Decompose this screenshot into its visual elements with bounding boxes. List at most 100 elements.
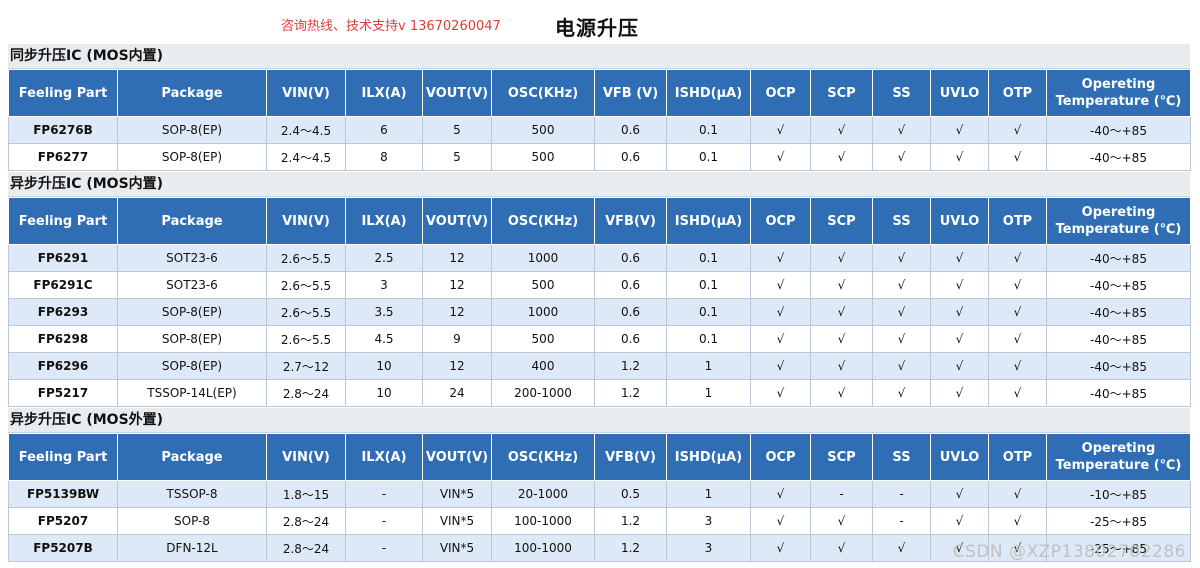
column-header-part: Feeling Part	[8, 197, 118, 245]
cell-ss: √	[872, 534, 931, 562]
table-row: FP6296 SOP-8(EP) 2.7～12 10 12 400 1.2 1 √ √ √ √ √ -40…	[8, 352, 1191, 380]
table-row: FP6291 SOT23-6 2.6～5.5 2.5 12 1000 0.6 0.1 √ √ √ √ √…	[8, 244, 1191, 272]
cell-scp: √	[810, 143, 873, 171]
column-header-ilx: ILX(A)	[345, 433, 423, 481]
column-header-otp: OTP	[988, 433, 1047, 481]
cell-otp: √	[988, 298, 1047, 326]
cell-vin: 2.6～5.5	[266, 325, 346, 353]
cell-ishd: 0.1	[666, 244, 751, 272]
cell-uvlo: √	[930, 116, 989, 144]
cell-uvlo: √	[930, 271, 989, 299]
cell-part: FP5139BW	[8, 480, 118, 508]
header-row: Feeling Part Package VIN(V) ILX(A) VOUT(V) OS…	[8, 69, 1191, 117]
cell-ishd: 3	[666, 534, 751, 562]
cell-package: TSSOP-14L(EP)	[117, 379, 267, 407]
cell-vout: VIN*5	[422, 507, 492, 535]
cell-package: SOP-8	[117, 507, 267, 535]
cell-uvlo: √	[930, 143, 989, 171]
cell-vfb: 0.6	[594, 244, 667, 272]
cell-vin: 2.4～4.5	[266, 116, 346, 144]
cell-uvlo: √	[930, 379, 989, 407]
column-header-package: Package	[117, 69, 267, 117]
column-header-vfb: VFB (V)	[594, 69, 667, 117]
cell-vout: VIN*5	[422, 534, 492, 562]
cell-scp: √	[810, 116, 873, 144]
column-header-ishd: ISHD(μA)	[666, 433, 751, 481]
cell-ilx: 8	[345, 143, 423, 171]
cell-osc: 100-1000	[491, 507, 595, 535]
cell-package: SOP-8(EP)	[117, 298, 267, 326]
cell-temp: -10～+85	[1046, 480, 1191, 508]
column-header-vfb: VFB(V)	[594, 197, 667, 245]
cell-ilx: -	[345, 507, 423, 535]
cell-uvlo: √	[930, 480, 989, 508]
cell-temp: -40～+85	[1046, 244, 1191, 272]
column-header-osc: OSC(KHz)	[491, 433, 595, 481]
cell-ss: √	[872, 244, 931, 272]
cell-temp: -40～+85	[1046, 379, 1191, 407]
cell-vfb: 0.6	[594, 325, 667, 353]
cell-vin: 2.8～24	[266, 379, 346, 407]
cell-temp: -40～+85	[1046, 116, 1191, 144]
cell-ss: √	[872, 379, 931, 407]
column-header-ilx: ILX(A)	[345, 197, 423, 245]
cell-ishd: 0.1	[666, 143, 751, 171]
cell-osc: 500	[491, 116, 595, 144]
column-header-vout: VOUT(V)	[422, 69, 492, 117]
column-header-osc: OSC(KHz)	[491, 197, 595, 245]
cell-otp: √	[988, 271, 1047, 299]
cell-temp: -40～+85	[1046, 352, 1191, 380]
cell-ilx: -	[345, 534, 423, 562]
cell-ocp: √	[750, 271, 811, 299]
cell-vin: 1.8～15	[266, 480, 346, 508]
cell-vout: 12	[422, 244, 492, 272]
column-header-otp: OTP	[988, 69, 1047, 117]
cell-vout: 9	[422, 325, 492, 353]
cell-ocp: √	[750, 534, 811, 562]
table-row: FP6276B SOP-8(EP) 2.4～4.5 6 5 500 0.6 0.1 √ √ √ √ √ -…	[8, 116, 1191, 144]
column-header-part: Feeling Part	[8, 433, 118, 481]
column-header-uvlo: UVLO	[930, 69, 989, 117]
cell-part: FP6296	[8, 352, 118, 380]
cell-scp: √	[810, 298, 873, 326]
cell-part: FP6298	[8, 325, 118, 353]
table-row: FP5217 TSSOP-14L(EP) 2.8～24 10 24 200-1000 1.2…	[8, 379, 1191, 407]
header-row: Feeling Part Package VIN(V) ILX(A) VOUT(V) OS…	[8, 197, 1191, 245]
cell-ss: -	[872, 480, 931, 508]
cell-ocp: √	[750, 143, 811, 171]
column-header-package: Package	[117, 433, 267, 481]
cell-vfb: 0.5	[594, 480, 667, 508]
cell-ishd: 0.1	[666, 116, 751, 144]
cell-vin: 2.6～5.5	[266, 298, 346, 326]
column-header-vin: VIN(V)	[266, 69, 346, 117]
cell-osc: 100-1000	[491, 534, 595, 562]
column-header-uvlo: UVLO	[930, 433, 989, 481]
cell-ocp: √	[750, 116, 811, 144]
cell-ishd: 0.1	[666, 271, 751, 299]
cell-vfb: 1.2	[594, 379, 667, 407]
cell-ocp: √	[750, 480, 811, 508]
column-header-ss: SS	[872, 197, 931, 245]
column-header-otp: OTP	[988, 197, 1047, 245]
column-header-ss: SS	[872, 69, 931, 117]
cell-vfb: 0.6	[594, 271, 667, 299]
cell-ishd: 1	[666, 379, 751, 407]
cell-otp: √	[988, 507, 1047, 535]
cell-scp: √	[810, 271, 873, 299]
cell-vfb: 1.2	[594, 507, 667, 535]
cell-vfb: 0.6	[594, 298, 667, 326]
column-header-vin: VIN(V)	[266, 197, 346, 245]
cell-ss: √	[872, 143, 931, 171]
column-header-uvlo: UVLO	[930, 197, 989, 245]
column-header-ss: SS	[872, 433, 931, 481]
column-header-scp: SCP	[810, 433, 873, 481]
cell-vout: 5	[422, 116, 492, 144]
cell-vin: 2.6～5.5	[266, 244, 346, 272]
cell-part: FP6293	[8, 298, 118, 326]
cell-ss: √	[872, 116, 931, 144]
cell-vin: 2.8～24	[266, 507, 346, 535]
cell-package: DFN-12L	[117, 534, 267, 562]
cell-part: FP6291	[8, 244, 118, 272]
cell-part: FP5217	[8, 379, 118, 407]
cell-package: SOP-8(EP)	[117, 325, 267, 353]
